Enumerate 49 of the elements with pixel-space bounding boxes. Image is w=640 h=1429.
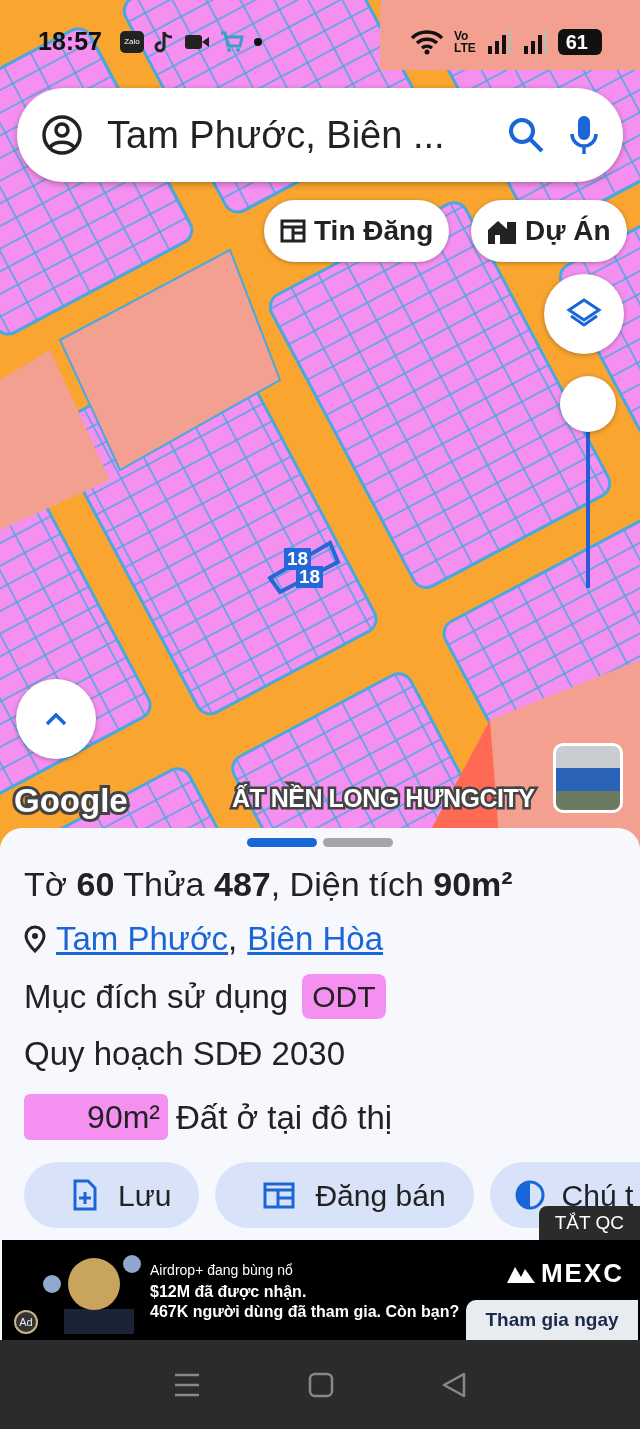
- search-bar[interactable]: Tam Phước, Biên ...: [17, 88, 623, 182]
- location-link[interactable]: Biên Hòa: [247, 920, 384, 957]
- chip-button[interactable]: Tin Đăng: [264, 200, 450, 262]
- account-icon[interactable]: [41, 114, 83, 156]
- building-icon: [487, 218, 517, 244]
- app-icon: Zalo: [119, 31, 144, 53]
- newspaper-icon: [263, 1181, 296, 1209]
- ad-badge: Ad: [14, 1310, 38, 1334]
- newspaper-icon: [280, 219, 306, 243]
- ad-text: $12M đã được nhận.: [150, 1282, 307, 1302]
- purpose-label: Mục đích sử dụng: [24, 976, 289, 1017]
- close-ad-button[interactable]: TẮT QC: [538, 1206, 640, 1240]
- home-icon[interactable]: [308, 1371, 334, 1398]
- shopping-cart-icon: [219, 31, 244, 53]
- chip-button[interactable]: Dự Án: [471, 200, 627, 262]
- search-icon[interactable]: [507, 116, 545, 154]
- cta-button[interactable]: Tham gia ngay: [466, 1300, 638, 1340]
- parcel-title: Tờ 60 Thửa 487, Diện tích 90m²: [24, 864, 514, 905]
- location-link[interactable]: Tam Phước: [56, 920, 229, 957]
- network-type: Vo LTE: [453, 30, 476, 54]
- plan-label: Quy hoạch SDĐ 2030: [24, 1034, 347, 1074]
- chevron-up-icon: [44, 711, 68, 727]
- back-icon[interactable]: [440, 1370, 467, 1399]
- brand-logo: MEXC: [506, 1254, 624, 1293]
- action-button[interactable]: Lưu: [24, 1162, 200, 1228]
- ad-banner[interactable]: Ad Airdrop+ đang bùng nổ $12M đã được nhận. 467K người dùng đã tham gia. Còn bạn? MEXC Tham gia ngay: [2, 1240, 640, 1340]
- photo-placeholder[interactable]: [553, 743, 623, 813]
- separator-text: ,: [228, 920, 238, 957]
- parcel-label: 18: [296, 566, 324, 588]
- signal-icon: [485, 30, 512, 54]
- video-camera-icon: [183, 32, 210, 52]
- wifi-icon: [409, 29, 444, 55]
- microphone-icon[interactable]: [569, 114, 599, 156]
- add-file-icon: [72, 1179, 98, 1211]
- land-use-tag: ODT: [302, 973, 386, 1019]
- location-pin-icon: [24, 924, 46, 953]
- search-text: Tam Phước, Biên ...: [107, 112, 446, 158]
- music-note-icon: [153, 30, 174, 54]
- half-circle-icon: [513, 1179, 546, 1211]
- signal-icon: [521, 30, 548, 54]
- menu-icon[interactable]: [173, 1371, 202, 1398]
- ad-headline: Airdrop+ đang bùng nổ: [150, 1261, 293, 1280]
- notification-dot-icon: [253, 38, 262, 46]
- battery-level: 61: [557, 29, 602, 55]
- page-indicator[interactable]: [247, 838, 317, 847]
- action-button[interactable]: Đăng bán: [215, 1162, 474, 1228]
- legend-label: Đất ở tại đô thị: [176, 1097, 393, 1138]
- legend-swatch: 90m²: [24, 1094, 168, 1141]
- ad-text: 467K người dùng đã tham gia. Còn bạn?: [150, 1302, 460, 1322]
